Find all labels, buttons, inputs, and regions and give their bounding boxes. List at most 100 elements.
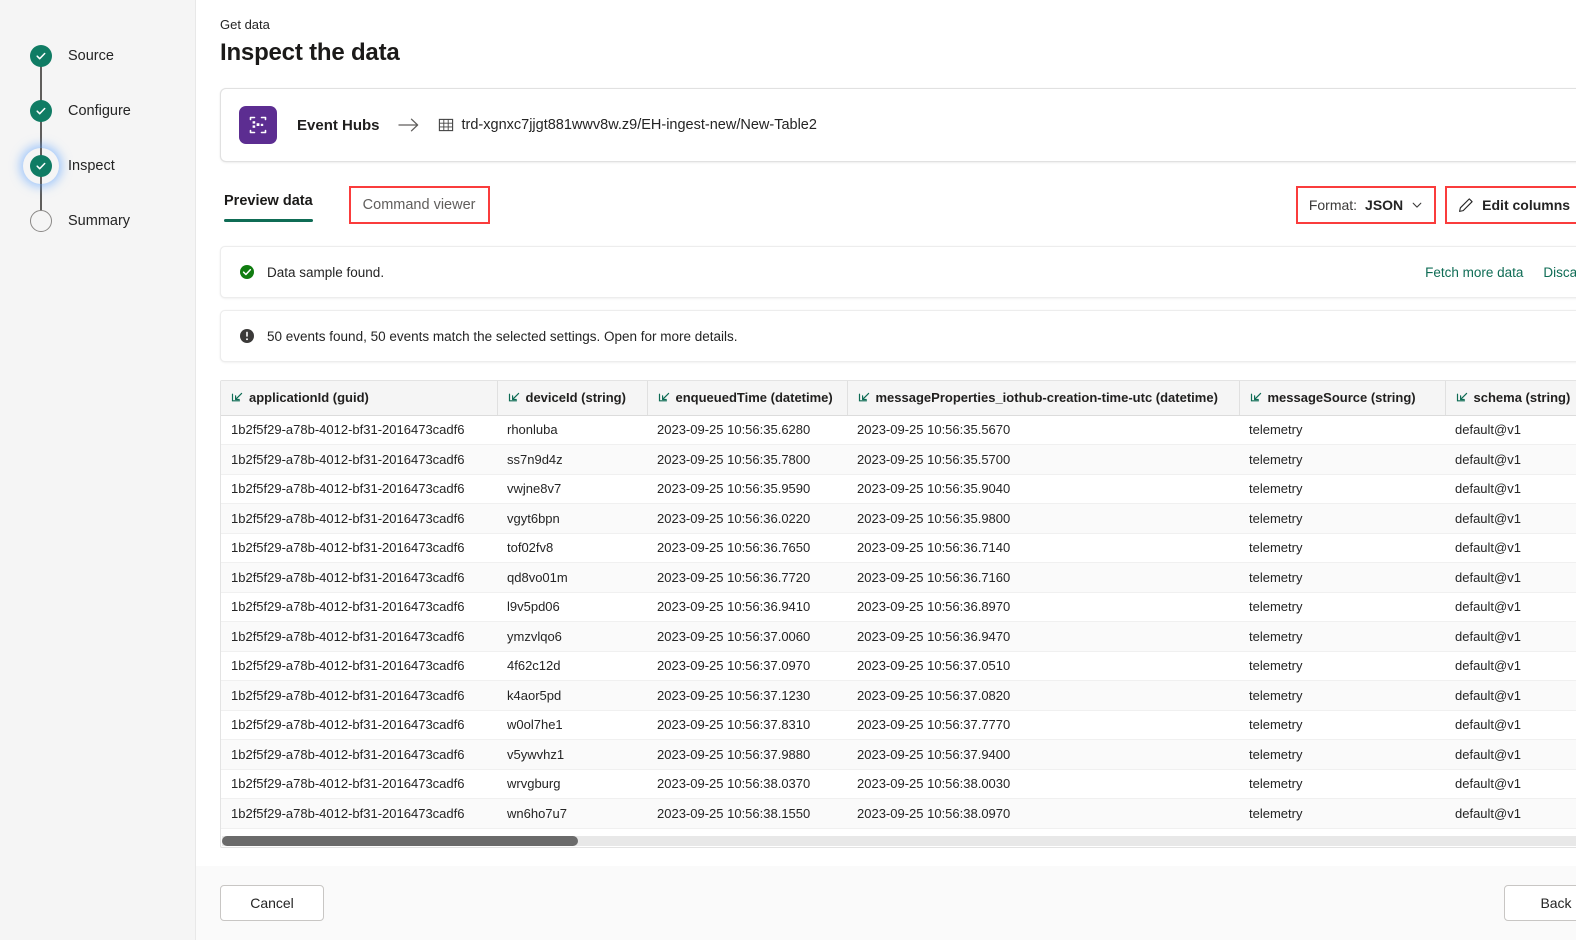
table-row[interactable]: 1b2f5f29-a78b-4012-bf31-2016473cadf6 qd8v… [221,562,1576,593]
format-label: Format: [1308,197,1358,213]
table-cell-4: telemetry [1239,798,1445,829]
table-cell-3: 2023-09-25 10:56:36.7160 [847,562,1239,593]
table-body: 1b2f5f29-a78b-4012-bf31-2016473cadf6 rhon… [221,415,1576,829]
edit-columns-button[interactable]: Edit columns [1445,186,1576,224]
grid-toolbar: Format: JSON Edit columns [1295,184,1576,226]
table-cell-1: vgyt6bpn [497,503,647,534]
table-cell-4: telemetry [1239,533,1445,563]
column-header-0[interactable]: applicationId (guid) [221,381,497,416]
table-cell-3: 2023-09-25 10:56:36.9470 [847,621,1239,652]
table-cell-4: telemetry [1239,710,1445,740]
table-cell-3: 2023-09-25 10:56:35.9800 [847,503,1239,534]
column-header-label: deviceId (string) [525,390,626,406]
table-row[interactable]: 1b2f5f29-a78b-4012-bf31-2016473cadf6 ss7n… [221,444,1576,475]
table-row[interactable]: 1b2f5f29-a78b-4012-bf31-2016473cadf6 w0ol… [221,710,1576,740]
table-cell-4: telemetry [1239,680,1445,711]
table-cell-2: 2023-09-25 10:56:36.7720 [647,562,847,593]
table-cell-5: default@v1 [1445,592,1576,622]
table-cell-3: 2023-09-25 10:56:37.9400 [847,739,1239,770]
fetch-more-data-link[interactable]: Fetch more data [1425,265,1523,280]
edit-columns-label: Edit columns [1482,197,1571,213]
pencil-icon [1458,197,1474,213]
sidebar-item-summary[interactable]: Summary [0,193,195,248]
tab-command-viewer[interactable]: Command viewer [348,186,490,224]
step-status-check-icon [30,154,52,177]
table-cell-1: wrvgburg [497,769,647,799]
table-cell-4: telemetry [1239,769,1445,799]
table-cell-5: default@v1 [1445,503,1576,534]
table-cell-2: 2023-09-25 10:56:37.9880 [647,739,847,770]
data-sample-message-bar: Data sample found. Fetch more data Disca… [220,246,1576,298]
column-header-1[interactable]: deviceId (string) [496,381,647,416]
tab-preview-data[interactable]: Preview data [220,184,323,226]
table-cell-4: telemetry [1239,562,1445,593]
step-label: Source [68,47,114,64]
table-row[interactable]: 1b2f5f29-a78b-4012-bf31-2016473cadf6 k4ao… [221,680,1576,711]
success-check-icon [239,264,255,280]
table-cell-2: 2023-09-25 10:56:36.0220 [647,503,847,534]
back-button[interactable]: Back [1504,885,1576,921]
table-cell-4: telemetry [1239,592,1445,622]
tabs-and-toolbar: Preview data Command viewer Format: JSON [220,184,1576,226]
format-dropdown[interactable]: Format: JSON [1295,186,1437,224]
table-cell-5: default@v1 [1445,739,1576,770]
table-cell-0: 1b2f5f29-a78b-4012-bf31-2016473cadf6 [221,474,497,504]
table-cell-0: 1b2f5f29-a78b-4012-bf31-2016473cadf6 [221,503,497,534]
column-header-label: applicationId (guid) [249,390,369,406]
table-cell-2: 2023-09-25 10:56:37.8310 [647,710,847,740]
table-row[interactable]: 1b2f5f29-a78b-4012-bf31-2016473cadf6 wrvg… [221,769,1576,799]
table-cell-0: 1b2f5f29-a78b-4012-bf31-2016473cadf6 [221,592,497,622]
table-row[interactable]: 1b2f5f29-a78b-4012-bf31-2016473cadf6 vgyt… [221,503,1576,534]
sidebar-item-inspect[interactable]: Inspect [0,138,195,193]
table-cell-1: l9v5pd06 [497,592,647,622]
table-cell-1: ymzvlqo6 [497,621,647,652]
table-cell-0: 1b2f5f29-a78b-4012-bf31-2016473cadf6 [221,562,497,593]
cancel-button[interactable]: Cancel [220,885,324,921]
horizontal-scrollbar[interactable] [222,836,1576,846]
column-header-3[interactable]: messageProperties_iothub-creation-time-u… [846,381,1239,416]
column-header-5[interactable]: schema (string) [1444,381,1576,416]
table-icon [438,117,454,133]
table-cell-5: default@v1 [1445,562,1576,593]
table-row[interactable]: 1b2f5f29-a78b-4012-bf31-2016473cadf6 4f62… [221,651,1576,681]
column-header-4[interactable]: messageSource (string) [1238,381,1445,416]
column-header-label: enqueuedTime (datetime) [675,390,833,406]
table-cell-3: 2023-09-25 10:56:38.0970 [847,798,1239,829]
discard-and-fetch-new-data-link[interactable]: Discard and fetch new data [1543,265,1576,280]
table-cell-3: 2023-09-25 10:56:37.7770 [847,710,1239,740]
table-cell-3: 2023-09-25 10:56:35.5700 [847,444,1239,475]
events-info-text: 50 events found, 50 events match the sel… [267,328,738,344]
sidebar-item-source[interactable]: Source [0,28,195,83]
table-cell-4: telemetry [1239,444,1445,475]
events-info-message-bar: 50 events found, 50 events match the sel… [220,310,1576,362]
table-row[interactable]: 1b2f5f29-a78b-4012-bf31-2016473cadf6 rhon… [221,415,1576,445]
table-cell-0: 1b2f5f29-a78b-4012-bf31-2016473cadf6 [221,798,497,829]
sort-filter-icon [231,392,243,404]
column-header-2[interactable]: enqueuedTime (datetime) [646,381,847,416]
table-cell-2: 2023-09-25 10:56:36.7650 [647,533,847,563]
table-cell-2: 2023-09-25 10:56:37.0970 [647,651,847,681]
page-title: Inspect the data [220,39,400,66]
table-cell-0: 1b2f5f29-a78b-4012-bf31-2016473cadf6 [221,621,497,652]
sidebar-item-configure[interactable]: Configure [0,83,195,138]
sort-filter-icon [1456,392,1468,404]
table-cell-4: telemetry [1239,474,1445,504]
table-row[interactable]: 1b2f5f29-a78b-4012-bf31-2016473cadf6 wn6h… [221,798,1576,829]
event-hubs-icon [239,106,277,144]
table-row[interactable]: 1b2f5f29-a78b-4012-bf31-2016473cadf6 ymzv… [221,621,1576,652]
table-cell-2: 2023-09-25 10:56:35.6280 [647,415,847,445]
table-row[interactable]: 1b2f5f29-a78b-4012-bf31-2016473cadf6 v5yw… [221,739,1576,770]
table-cell-5: default@v1 [1445,680,1576,711]
wizard-footer: Cancel Back Finish [196,866,1576,940]
preview-data-grid: applicationId (guid) deviceId (string) enq… [220,380,1576,848]
horizontal-scrollbar-thumb[interactable] [222,836,578,846]
table-cell-5: default@v1 [1445,533,1576,563]
step-status-empty-icon [30,209,52,232]
tab-list: Preview data Command viewer [220,184,490,226]
panel-header: Get data Inspect the data [196,0,1576,70]
table-cell-0: 1b2f5f29-a78b-4012-bf31-2016473cadf6 [221,651,497,681]
table-row[interactable]: 1b2f5f29-a78b-4012-bf31-2016473cadf6 vwjn… [221,474,1576,504]
table-row[interactable]: 1b2f5f29-a78b-4012-bf31-2016473cadf6 tof0… [221,533,1576,563]
table-cell-4: telemetry [1239,739,1445,770]
table-row[interactable]: 1b2f5f29-a78b-4012-bf31-2016473cadf6 l9v5… [221,592,1576,622]
